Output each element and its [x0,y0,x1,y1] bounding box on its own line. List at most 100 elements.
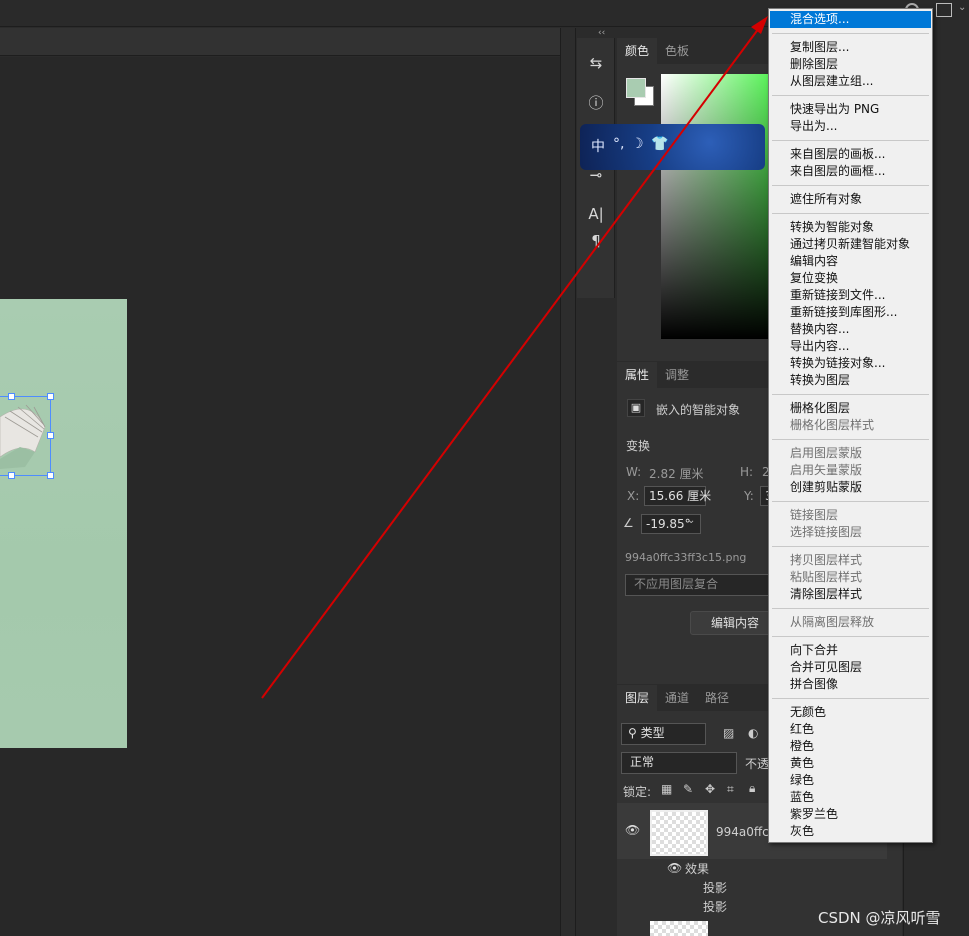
workspace-icon[interactable] [936,3,952,17]
ime-chinese-mode[interactable]: 中 [591,136,605,156]
tab-color[interactable]: 颜色 [617,38,658,64]
lock-position-icon[interactable]: ✥ [705,782,715,796]
color-panel-tabs: 颜色 色板 [617,38,769,64]
menu-item[interactable]: 导出为... [770,118,931,135]
tab-swatches[interactable]: 色板 [657,38,697,64]
history-icon[interactable]: ⇆ [583,50,609,76]
ime-moon-icon[interactable]: ☽ [631,136,644,152]
effects-label: 效果 [685,862,710,876]
transform-handle[interactable] [47,472,54,479]
menu-item[interactable]: 复位变换 [770,270,931,287]
document-canvas[interactable] [0,299,127,748]
menu-item[interactable]: 向下合并 [770,642,931,659]
menu-item[interactable]: 灰色 [770,823,931,840]
lock-artboard-icon[interactable]: ⌗ [727,782,734,797]
menu-item[interactable]: 重新链接到库图形... [770,304,931,321]
transform-handle[interactable] [47,393,54,400]
paragraph-icon[interactable]: ¶ [583,228,609,254]
menu-separator [772,608,929,609]
visibility-eye-icon[interactable]: 👁︎ [625,823,640,837]
menu-item[interactable]: 遮住所有对象 [770,191,931,208]
menu-item[interactable]: 清除图层样式 [770,586,931,603]
menu-item[interactable]: 无颜色 [770,704,931,721]
menu-separator [772,439,929,440]
menu-item[interactable]: 创建剪贴蒙版 [770,479,931,496]
menu-item[interactable]: 转换为智能对象 [770,219,931,236]
menu-item[interactable]: 黄色 [770,755,931,772]
foreground-color-swatch[interactable] [626,78,646,98]
transform-bounding-box[interactable] [0,396,51,476]
character-icon[interactable]: A| [583,201,609,227]
tab-paths[interactable]: 路径 [697,685,737,711]
lock-transparency-icon[interactable]: ▦ [661,782,672,796]
x-label: X: [627,489,640,503]
info-icon[interactable]: ⓘ [583,90,609,116]
transform-handle[interactable] [8,393,15,400]
properties-panel-tabs: 属性 调整 [617,362,769,388]
menu-item: 链接图层 [790,508,839,522]
menu-item[interactable]: 栅格化图层 [770,400,931,417]
chevron-down-icon[interactable]: ⌄ [958,2,966,13]
menu-item[interactable]: 来自图层的画板... [770,146,931,163]
menu-item[interactable]: 混合选项... [770,11,931,28]
menu-item[interactable]: 删除图层 [770,56,931,73]
tab-layers[interactable]: 图层 [617,685,658,711]
menu-item[interactable]: 通过拷贝新建智能对象 [770,236,931,253]
tab-properties[interactable]: 属性 [617,362,658,388]
transform-heading: 变换 [626,439,651,453]
menu-item[interactable]: 转换为图层 [770,372,931,389]
blend-mode-select[interactable]: 正常 [621,752,737,774]
transform-handle[interactable] [47,432,54,439]
menu-item[interactable]: 快速导出为 PNG [770,101,931,118]
menu-item[interactable]: 导出内容... [770,338,931,355]
menu-separator [772,213,929,214]
menu-item[interactable]: 来自图层的画框... [770,163,931,180]
menu-item[interactable]: 绿色 [770,772,931,789]
ime-skin-icon[interactable]: 👕 [651,136,668,152]
collapse-panels-icon[interactable]: ‹‹ [598,28,612,38]
menu-item[interactable]: 转换为链接对象... [770,355,931,372]
edit-contents-button[interactable]: 编辑内容 [690,611,780,635]
tab-adjustments[interactable]: 调整 [657,362,697,388]
effect-item[interactable]: 投影 [703,879,727,896]
y-label: Y: [744,489,754,503]
lock-all-icon[interactable]: 🔒︎ [749,781,755,796]
transform-handle[interactable] [8,472,15,479]
menu-item[interactable]: 复制图层... [770,39,931,56]
menu-item[interactable]: 编辑内容 [770,253,931,270]
layer-filter-value: 类型 [640,726,665,740]
layer-comp-select[interactable]: 不应用图层复合 [625,574,775,596]
ime-punctuation-icon[interactable]: °, [613,136,624,152]
menu-item: 从隔离图层释放 [790,615,875,629]
adjustment-filter-icon[interactable]: ◐ [748,726,758,740]
menu-item[interactable]: 橙色 [770,738,931,755]
tab-channels[interactable]: 通道 [657,685,697,711]
lock-pixels-icon[interactable]: ✎ [683,782,693,796]
search-icon: ⚲ [628,726,641,740]
visibility-eye-icon[interactable]: 👁︎ [667,861,682,875]
menu-item[interactable]: 替换内容... [770,321,931,338]
menu-separator [772,140,929,141]
width-value: 2.82 厘米 [649,467,704,481]
angle-icon: ∠ [623,516,634,530]
ime-toolbar[interactable]: 中 °, ☽ 👕 [580,124,765,170]
menu-separator [772,501,929,502]
menu-separator [772,636,929,637]
smart-object-icon: ▣ [627,399,645,417]
menu-item[interactable]: 拼合图像 [770,676,931,693]
image-filter-icon[interactable]: ▨ [723,726,734,740]
menu-item[interactable]: 从图层建立组... [770,73,931,90]
menu-item: 启用图层蒙版 [790,446,863,460]
menu-item[interactable]: 合并可见图层 [770,659,931,676]
menu-separator [772,95,929,96]
layer-filter-select[interactable]: ⚲ 类型 [621,723,706,745]
color-picker-field[interactable] [661,74,769,339]
menu-item[interactable]: 重新链接到文件... [770,287,931,304]
menu-item[interactable]: 紫罗兰色 [770,806,931,823]
effect-item[interactable]: 投影 [703,898,727,915]
panel-divider[interactable] [560,28,576,936]
chevron-down-icon[interactable]: ⌄ [687,515,695,526]
menu-item[interactable]: 蓝色 [770,789,931,806]
menu-item[interactable]: 红色 [770,721,931,738]
x-position-field[interactable]: 15.66 厘米 [644,486,711,506]
